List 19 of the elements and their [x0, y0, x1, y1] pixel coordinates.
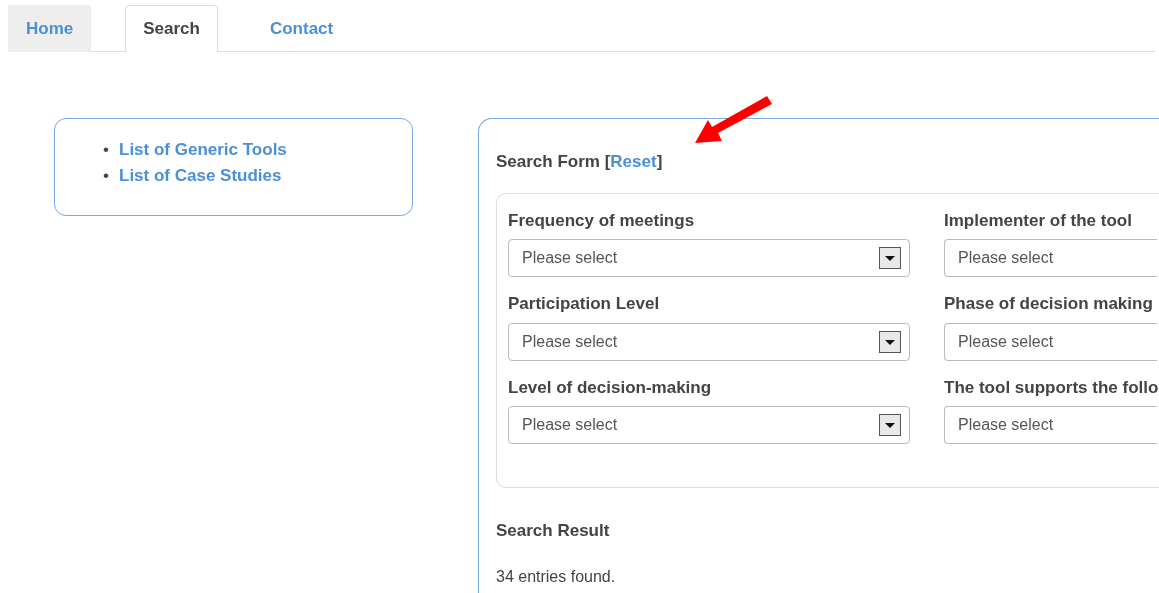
search-result-title: Search Result	[496, 519, 611, 542]
select-field[interactable]: Please select	[944, 322, 1157, 361]
select-field[interactable]: Please select	[944, 406, 1157, 444]
bracket-text: ]	[656, 152, 663, 171]
result-count: 34 entries found.	[496, 567, 617, 587]
nav-tab[interactable]: Search	[125, 5, 218, 52]
field-label: The tool supports the follo	[944, 376, 1157, 399]
select-field[interactable]: Please select	[944, 239, 1157, 277]
field-label: Phase of decision making	[944, 293, 1154, 315]
form-title-text: Search Form [	[496, 152, 611, 171]
select-field[interactable]: Please select	[508, 322, 910, 361]
field-label: Implementer of the tool	[944, 209, 1133, 232]
select-field[interactable]: Please select	[508, 239, 910, 277]
select-field[interactable]: Please select	[508, 406, 910, 444]
field-label: Frequency of meetings	[508, 209, 696, 232]
field-label: Level of decision-making	[508, 376, 713, 399]
bullet: •	[103, 139, 110, 161]
field-label: Participation Level	[508, 293, 661, 315]
bullet: •	[103, 165, 110, 187]
